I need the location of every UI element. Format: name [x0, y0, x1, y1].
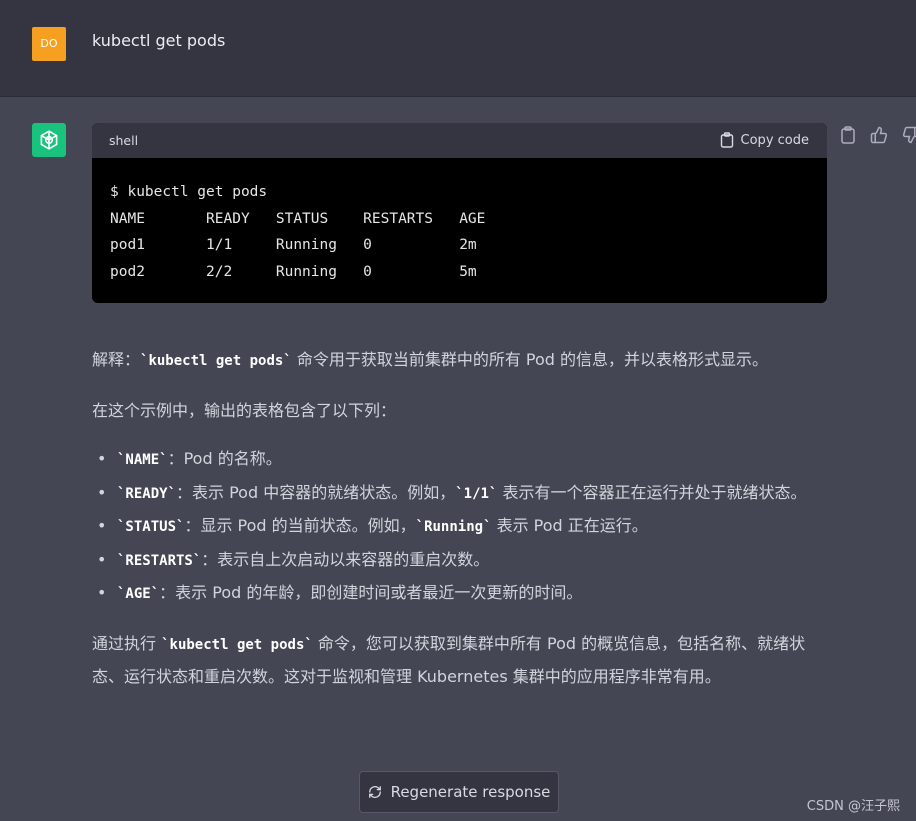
- code-line: $ kubectl get pods: [110, 184, 268, 200]
- message-actions: [840, 126, 916, 148]
- user-message-row: DO kubectl get pods: [0, 0, 916, 97]
- inline-code: `Running`: [415, 519, 492, 535]
- column-list: `NAME`：Pod 的名称。 `READY`：表示 Pod 中容器的就绪状态。…: [92, 443, 827, 611]
- list-item: `AGE`：表示 Pod 的年龄，即创建时间或者最近一次更新的时间。: [92, 577, 827, 611]
- inline-code: `NAME`: [117, 452, 168, 468]
- list-item: `NAME`：Pod 的名称。: [92, 443, 827, 477]
- assistant-answer: 解释：`kubectl get pods` 命令用于获取当前集群中的所有 Pod…: [92, 344, 827, 710]
- code-language-label: shell: [109, 133, 139, 148]
- thumbs-down-button[interactable]: [902, 126, 916, 148]
- assistant-avatar: [32, 123, 66, 157]
- regenerate-response-button[interactable]: Regenerate response: [359, 771, 559, 813]
- inline-code: `kubectl get pods`: [161, 636, 313, 653]
- list-item: `RESTARTS`：表示自上次启动以来容器的重启次数。: [92, 544, 827, 578]
- code-block-header: shell Copy code: [92, 123, 827, 158]
- refresh-icon: [368, 786, 381, 798]
- inline-code: `AGE`: [117, 586, 160, 602]
- inline-code: `READY`: [117, 485, 177, 502]
- copy-code-label: Copy code: [740, 132, 809, 148]
- regenerate-label: Regenerate response: [390, 783, 551, 801]
- inline-code: `RESTARTS`: [117, 552, 202, 569]
- summary-paragraph: 通过执行 `kubectl get pods` 命令，您可以获取到集群中所有 P…: [92, 633, 806, 687]
- inline-code: `STATUS`: [117, 519, 185, 535]
- thumbs-up-icon: [870, 126, 888, 144]
- user-message-text: kubectl get pods: [92, 31, 226, 50]
- inline-code: `kubectl get pods`: [140, 353, 292, 369]
- code-content: $ kubectl get pods NAME READY STATUS REST…: [92, 158, 827, 285]
- openai-logo-icon: [40, 130, 58, 150]
- intro-paragraph: 在这个示例中，输出的表格包含了以下列：: [92, 400, 397, 420]
- copy-message-button[interactable]: [840, 126, 856, 148]
- code-block: shell Copy code $ kubectl get pods NAME R…: [92, 123, 827, 303]
- clipboard-icon: [841, 126, 855, 144]
- clipboard-icon: [720, 132, 733, 148]
- code-line: NAME READY STATUS RESTARTS AGE: [110, 210, 486, 227]
- list-item: `READY`：表示 Pod 中容器的就绪状态。例如，`1/1` 表示有一个容器…: [92, 477, 827, 511]
- code-line: pod1 1/1 Running 0 2m: [110, 237, 477, 253]
- explanation-paragraph: 解释：`kubectl get pods` 命令用于获取当前集群中的所有 Pod…: [92, 350, 769, 369]
- inline-code: `1/1`: [455, 485, 498, 502]
- watermark: CSDN @汪子熙: [806, 799, 900, 814]
- thumbs-up-button[interactable]: [870, 126, 888, 148]
- thumbs-down-icon: [902, 126, 916, 144]
- code-line: pod2 2/2 Running 0 5m: [110, 263, 477, 280]
- user-avatar: DO: [32, 27, 66, 61]
- copy-code-button[interactable]: Copy code: [720, 132, 809, 148]
- list-item: `STATUS`：显示 Pod 的当前状态。例如，`Running` 表示 Po…: [92, 510, 827, 544]
